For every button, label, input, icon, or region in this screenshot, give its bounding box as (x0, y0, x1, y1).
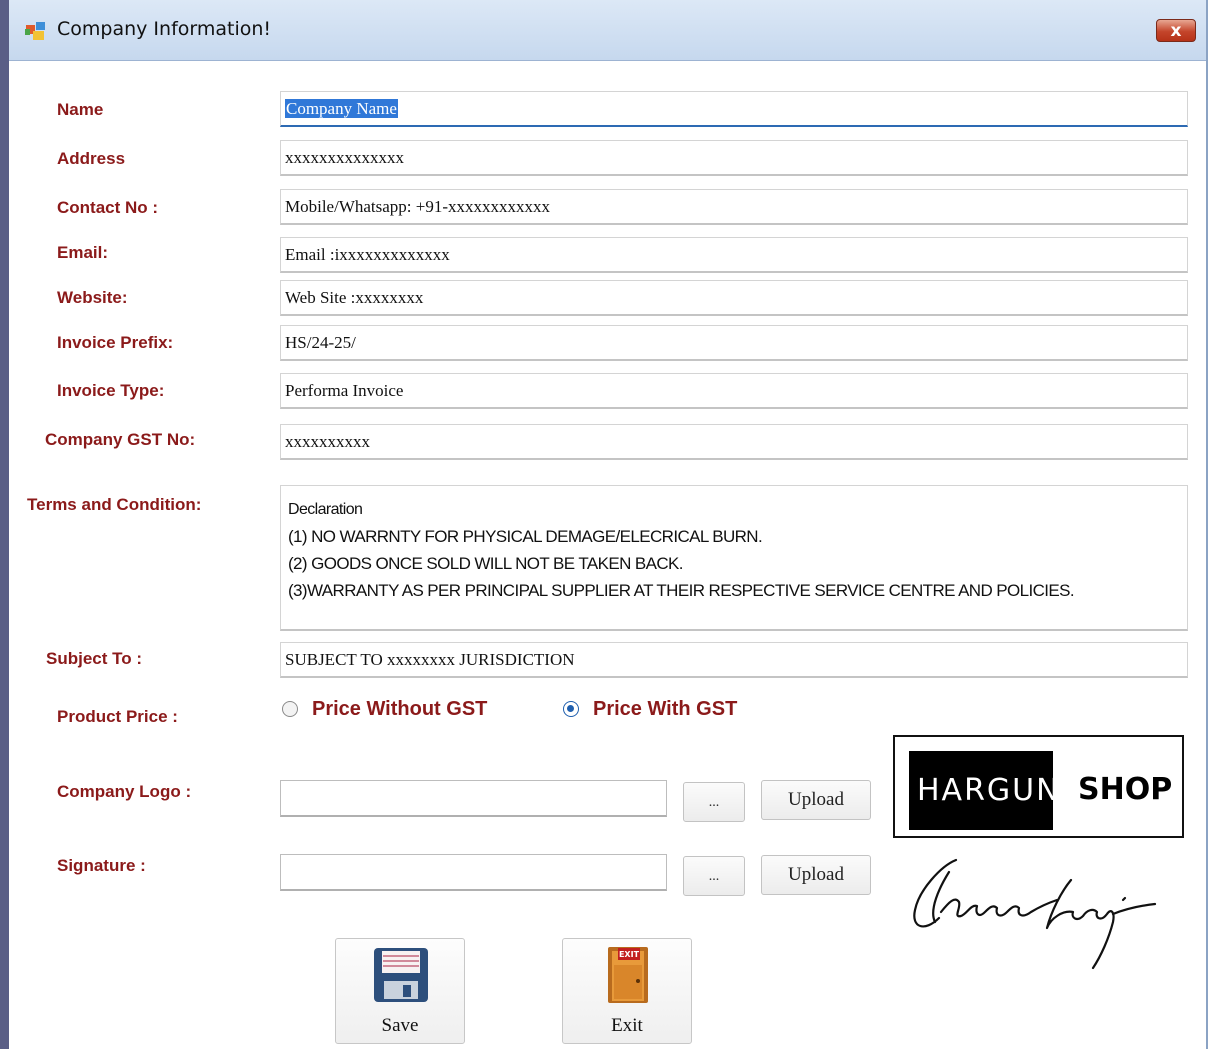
terms-line: (2) GOODS ONCE SOLD WILL NOT BE TAKEN BA… (288, 554, 683, 573)
close-button[interactable]: x (1156, 19, 1196, 42)
window-title: Company Information! (57, 18, 272, 40)
save-button-label: Save (381, 1015, 419, 1036)
invoice-type-label: Invoice Type: (57, 381, 165, 400)
logo-word-shop: SHOP (1078, 772, 1173, 807)
address-value: xxxxxxxxxxxxxx (285, 148, 404, 167)
gst-input[interactable]: xxxxxxxxxx (280, 424, 1188, 460)
gst-value: xxxxxxxxxx (285, 432, 370, 451)
subject-label: Subject To : (46, 649, 143, 668)
address-label: Address (57, 149, 126, 168)
price-with-gst-label: Price With GST (593, 697, 738, 720)
invoice-prefix-value: HS/24-25/ (285, 333, 356, 352)
invoice-type-value: Performa Invoice (285, 381, 404, 400)
terms-label: Terms and Condition: (27, 495, 202, 514)
website-label: Website: (57, 288, 128, 307)
signature-browse-button[interactable]: ... (683, 856, 745, 896)
name-label: Name (57, 100, 104, 119)
invoice-prefix-label: Invoice Prefix: (57, 333, 174, 352)
terms-line: (3)WARRANTY AS PER PRINCIPAL SUPPLIER AT… (288, 581, 1075, 600)
terms-line: (1) NO WARRNTY FOR PHYSICAL DEMAGE/ELECR… (288, 527, 763, 546)
exit-button-label: Exit (611, 1015, 643, 1036)
contact-input[interactable]: Mobile/Whatsapp: +91-xxxxxxxxxxxx (280, 189, 1188, 225)
email-value: Email :ixxxxxxxxxxxxx (285, 245, 450, 264)
address-input[interactable]: xxxxxxxxxxxxxx (280, 140, 1188, 176)
close-icon: x (1170, 21, 1182, 41)
signature-preview (913, 858, 1157, 970)
signature-path-input[interactable] (280, 854, 667, 891)
price-without-gst-radio[interactable]: Price Without GST (282, 696, 487, 722)
email-label: Email: (57, 243, 109, 262)
price-with-gst-radio[interactable]: Price With GST (563, 696, 737, 722)
invoice-type-input[interactable]: Performa Invoice (280, 373, 1188, 409)
company-logo-preview: HARGUN SHOP (893, 735, 1184, 838)
radio-unchecked-icon (282, 701, 298, 717)
radio-checked-icon (563, 701, 579, 717)
subject-value: SUBJECT TO xxxxxxxx JURISDICTION (285, 650, 575, 669)
name-value: Company Name (285, 99, 398, 118)
logo-black-block: HARGUN (909, 751, 1059, 830)
signature-upload-button[interactable]: Upload (761, 855, 871, 895)
form-icon (25, 22, 45, 40)
gst-label: Company GST No: (45, 430, 196, 449)
exit-door-icon: EXIT (608, 947, 648, 1003)
company-logo-browse-button[interactable]: ... (683, 782, 745, 822)
title-bar[interactable]: Company Information! x (9, 0, 1206, 61)
logo-word-hargun: HARGUN (917, 773, 1061, 808)
terms-textarea[interactable]: Declaration (1) NO WARRNTY FOR PHYSICAL … (280, 485, 1188, 631)
price-without-gst-label: Price Without GST (312, 697, 488, 720)
exit-button[interactable]: EXIT Exit (562, 938, 692, 1044)
website-value: Web Site :xxxxxxxx (285, 288, 424, 307)
product-price-label: Product Price : (57, 707, 178, 726)
signature-label: Signature : (57, 856, 146, 875)
email-input[interactable]: Email :ixxxxxxxxxxxxx (280, 237, 1188, 273)
invoice-prefix-input[interactable]: HS/24-25/ (280, 325, 1188, 361)
contact-label: Contact No : (57, 198, 159, 217)
name-input[interactable]: Company Name (280, 91, 1188, 127)
floppy-disk-icon (374, 948, 428, 1002)
svg-text:EXIT: EXIT (619, 950, 640, 959)
company-logo-label: Company Logo : (57, 782, 192, 801)
terms-line: Declaration (288, 501, 363, 518)
website-input[interactable]: Web Site :xxxxxxxx (280, 280, 1188, 316)
company-logo-path-input[interactable] (280, 780, 667, 817)
company-logo-upload-button[interactable]: Upload (761, 780, 871, 820)
company-information-window: Company Information! x Name Address Cont… (0, 0, 1208, 1049)
save-button[interactable]: Save (335, 938, 465, 1044)
contact-value: Mobile/Whatsapp: +91-xxxxxxxxxxxx (285, 197, 551, 216)
subject-input[interactable]: SUBJECT TO xxxxxxxx JURISDICTION (280, 642, 1188, 678)
